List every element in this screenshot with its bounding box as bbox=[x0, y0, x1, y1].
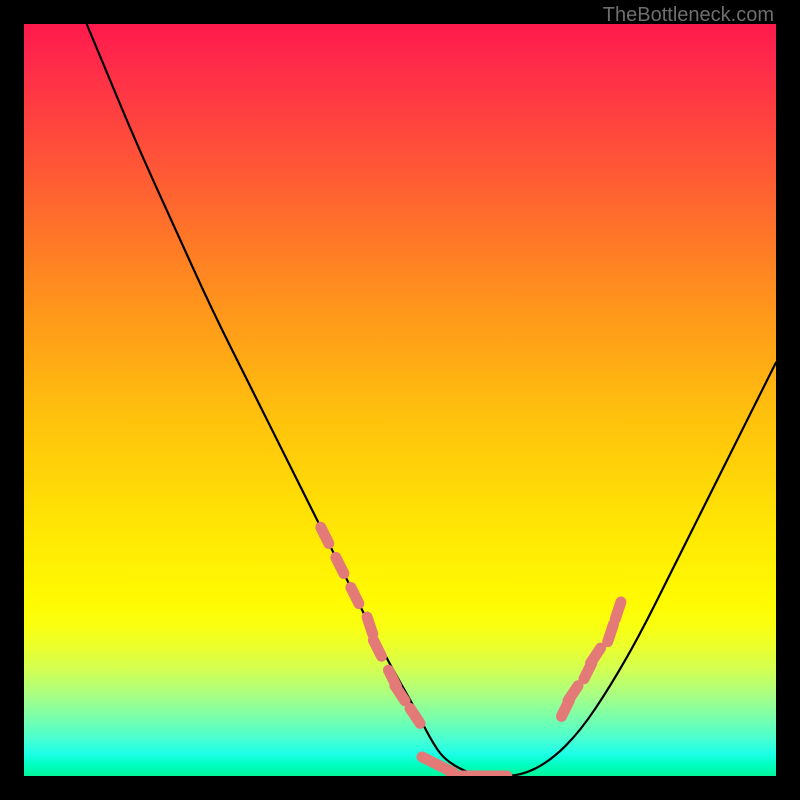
highlight-dash bbox=[351, 587, 359, 603]
bottleneck-curve bbox=[24, 24, 776, 776]
curve-layer bbox=[24, 24, 776, 776]
highlight-dash bbox=[367, 617, 373, 634]
highlight-dash bbox=[321, 527, 329, 543]
highlight-dash bbox=[568, 686, 578, 701]
highlight-dash bbox=[373, 640, 381, 656]
highlight-dash bbox=[615, 602, 621, 619]
highlight-markers bbox=[321, 527, 621, 776]
highlight-dash bbox=[591, 648, 601, 663]
chart-frame: TheBottleneck.com bbox=[0, 0, 800, 800]
highlight-dash bbox=[608, 625, 614, 642]
highlight-dash bbox=[336, 557, 344, 573]
watermark-text: TheBottleneck.com bbox=[603, 4, 774, 27]
highlight-dash bbox=[410, 708, 420, 723]
plot-area bbox=[24, 24, 776, 776]
